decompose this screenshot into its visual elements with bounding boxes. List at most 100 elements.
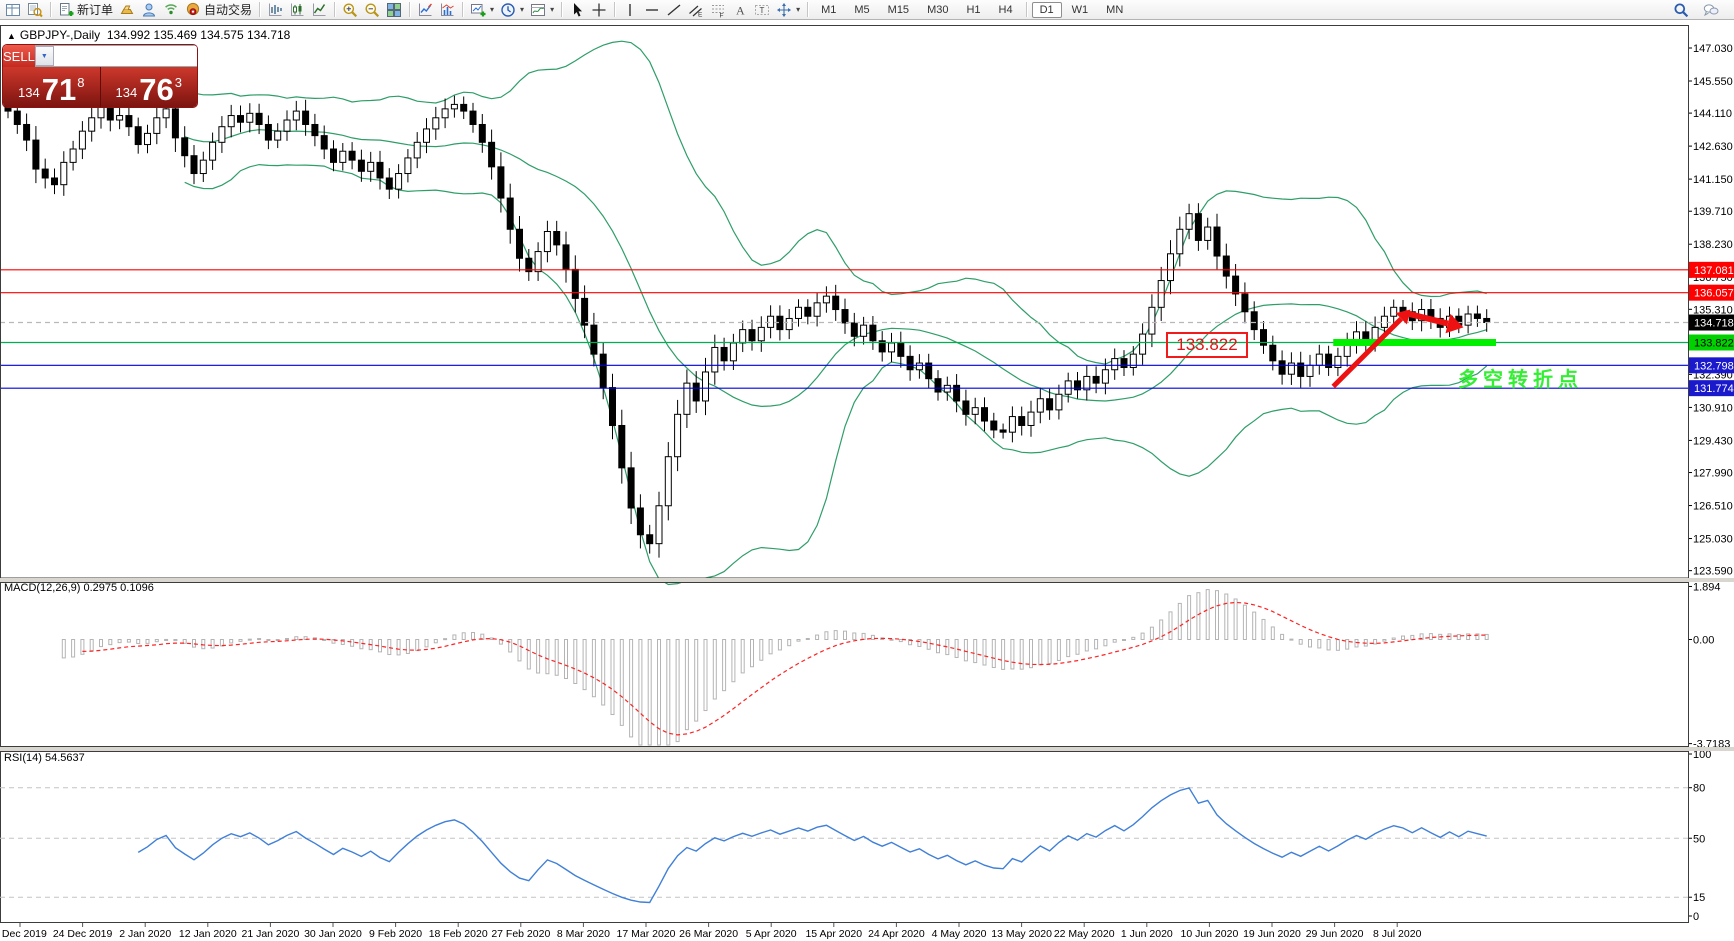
svg-text:29 Jun 2020: 29 Jun 2020 — [1306, 928, 1364, 940]
price-chart-canvas[interactable]: 147.030 145.550 144.110 142.630 141.150 139.7… — [0, 20, 1734, 941]
template-button[interactable]: ▾ — [527, 1, 557, 19]
macd-pane[interactable] — [61, 589, 1489, 746]
svg-text:15: 15 — [1693, 892, 1705, 904]
svg-text:126.510: 126.510 — [1693, 501, 1733, 513]
crosshair-button[interactable] — [588, 1, 610, 19]
timeframe-w1[interactable]: W1 — [1064, 2, 1097, 18]
svg-text:12 Jan 2020: 12 Jan 2020 — [179, 928, 237, 940]
arrows-button[interactable]: ▾ — [773, 1, 803, 19]
new-order-button[interactable]: 新订单 — [55, 1, 116, 19]
label-button[interactable]: T — [751, 1, 773, 19]
tile-windows-button[interactable] — [383, 1, 405, 19]
toolbar-separator — [1025, 2, 1027, 17]
charts-grid-icon — [5, 2, 21, 18]
add-indicator-button[interactable]: ▾ — [467, 1, 497, 19]
trendline-icon — [666, 2, 682, 18]
volume-down-button[interactable]: ▼ — [34, 46, 54, 66]
svg-text:E: E — [698, 11, 703, 18]
candle-chart-button[interactable] — [286, 1, 308, 19]
timeframe-m5[interactable]: M5 — [846, 2, 877, 18]
collapse-triangle-icon[interactable]: ▲ — [7, 31, 16, 41]
signal-button[interactable] — [160, 1, 182, 19]
svg-text:26 Mar 2020: 26 Mar 2020 — [679, 928, 738, 940]
svg-text:F: F — [720, 12, 724, 18]
cursor-button[interactable] — [566, 1, 588, 19]
svg-text:10 Jun 2020: 10 Jun 2020 — [1180, 928, 1238, 940]
periods-button[interactable]: ▾ — [497, 1, 527, 19]
toolbar-separator — [259, 2, 261, 17]
rsi-pane[interactable] — [0, 787, 1688, 904]
text-button[interactable]: A — [729, 1, 751, 19]
channel-button[interactable]: E — [685, 1, 707, 19]
svg-text:1.894: 1.894 — [1693, 581, 1721, 593]
dropdown-caret-icon[interactable]: ▾ — [520, 5, 524, 14]
search-button[interactable] — [1670, 1, 1692, 19]
line-chart-button[interactable] — [308, 1, 330, 19]
fibonacci-button[interactable]: F — [707, 1, 729, 19]
new-order-icon — [58, 2, 74, 18]
indicator-window-icon — [417, 2, 433, 18]
dropdown-caret-icon[interactable]: ▾ — [796, 5, 800, 14]
volume-input[interactable] — [53, 46, 197, 66]
trendline-button[interactable] — [663, 1, 685, 19]
buy-price[interactable]: 134 76 3 — [100, 67, 197, 107]
chat-button[interactable] — [1700, 1, 1722, 19]
data-window-button[interactable] — [24, 1, 46, 19]
timeframe-h1[interactable]: H1 — [958, 2, 988, 18]
gold-button[interactable] — [116, 1, 138, 19]
horizontal-line-button[interactable] — [641, 1, 663, 19]
svg-text:123.590: 123.590 — [1693, 566, 1733, 578]
zoom-in-icon — [342, 2, 358, 18]
svg-text:T: T — [760, 5, 765, 14]
support-zone-bar[interactable] — [1333, 338, 1496, 346]
timeframe-d1[interactable]: D1 — [1031, 1, 1062, 18]
svg-text:1 Jun 2020: 1 Jun 2020 — [1121, 928, 1173, 940]
charts-grid-button[interactable] — [2, 1, 24, 19]
svg-text:27 Feb 2020: 27 Feb 2020 — [491, 928, 550, 940]
indicator-list-button[interactable] — [436, 1, 458, 19]
dropdown-caret-icon[interactable]: ▾ — [490, 5, 494, 14]
svg-text:132.798: 132.798 — [1694, 360, 1734, 372]
timeframe-m15[interactable]: M15 — [880, 2, 917, 18]
svg-text:138.230: 138.230 — [1693, 239, 1733, 251]
svg-text:80: 80 — [1693, 783, 1705, 795]
autotrade-button[interactable]: 自动交易 — [182, 1, 255, 19]
timeframe-m30[interactable]: M30 — [919, 2, 956, 18]
vertical-line-button[interactable] — [619, 1, 641, 19]
svg-text:4 May 2020: 4 May 2020 — [932, 928, 987, 940]
toolbar-separator — [409, 2, 411, 17]
date-axis[interactable]: 5 Dec 2019 24 Dec 2019 2 Jan 2020 12 Jan 20… — [0, 923, 1422, 940]
buy-price-big: 76 — [139, 72, 174, 107]
svg-text:127.990: 127.990 — [1693, 468, 1733, 480]
bar-chart-button[interactable] — [264, 1, 286, 19]
label-icon: T — [754, 2, 770, 18]
vertical-line-icon — [622, 2, 638, 18]
candle-chart-icon — [289, 2, 305, 18]
svg-text:50: 50 — [1693, 833, 1705, 845]
svg-text:A: A — [736, 3, 745, 17]
svg-text:137.081: 137.081 — [1694, 265, 1734, 277]
svg-text:17 Mar 2020: 17 Mar 2020 — [617, 928, 676, 940]
community-icon — [141, 2, 157, 18]
sell-button[interactable]: SELL — [3, 45, 35, 67]
timeframe-h4[interactable]: H4 — [991, 2, 1021, 18]
timeframe-mn[interactable]: MN — [1098, 2, 1131, 18]
indicator-window-button[interactable] — [414, 1, 436, 19]
svg-text:144.110: 144.110 — [1693, 108, 1732, 120]
community-button[interactable] — [138, 1, 160, 19]
zoom-out-button[interactable] — [361, 1, 383, 19]
svg-text:5 Dec 2019: 5 Dec 2019 — [0, 928, 47, 940]
price-axis[interactable]: 147.030 145.550 144.110 142.630 141.150 139.7… — [1688, 43, 1734, 923]
timeframe-m1[interactable]: M1 — [813, 2, 844, 18]
sell-price[interactable]: 134 71 8 — [3, 67, 101, 107]
periods-icon — [500, 2, 516, 18]
dropdown-caret-icon[interactable]: ▾ — [550, 5, 554, 14]
pivot-annotation-text[interactable]: 多空转折点 — [1458, 363, 1583, 392]
pane-splitter[interactable] — [0, 747, 1734, 751]
svg-text:9 Feb 2020: 9 Feb 2020 — [369, 928, 422, 940]
pane-splitter[interactable] — [0, 578, 1734, 582]
support-price-callout[interactable]: 133.822 — [1166, 332, 1248, 358]
svg-text:139.710: 139.710 — [1693, 206, 1733, 218]
zoom-in-button[interactable] — [339, 1, 361, 19]
svg-text:133.822: 133.822 — [1694, 337, 1734, 349]
